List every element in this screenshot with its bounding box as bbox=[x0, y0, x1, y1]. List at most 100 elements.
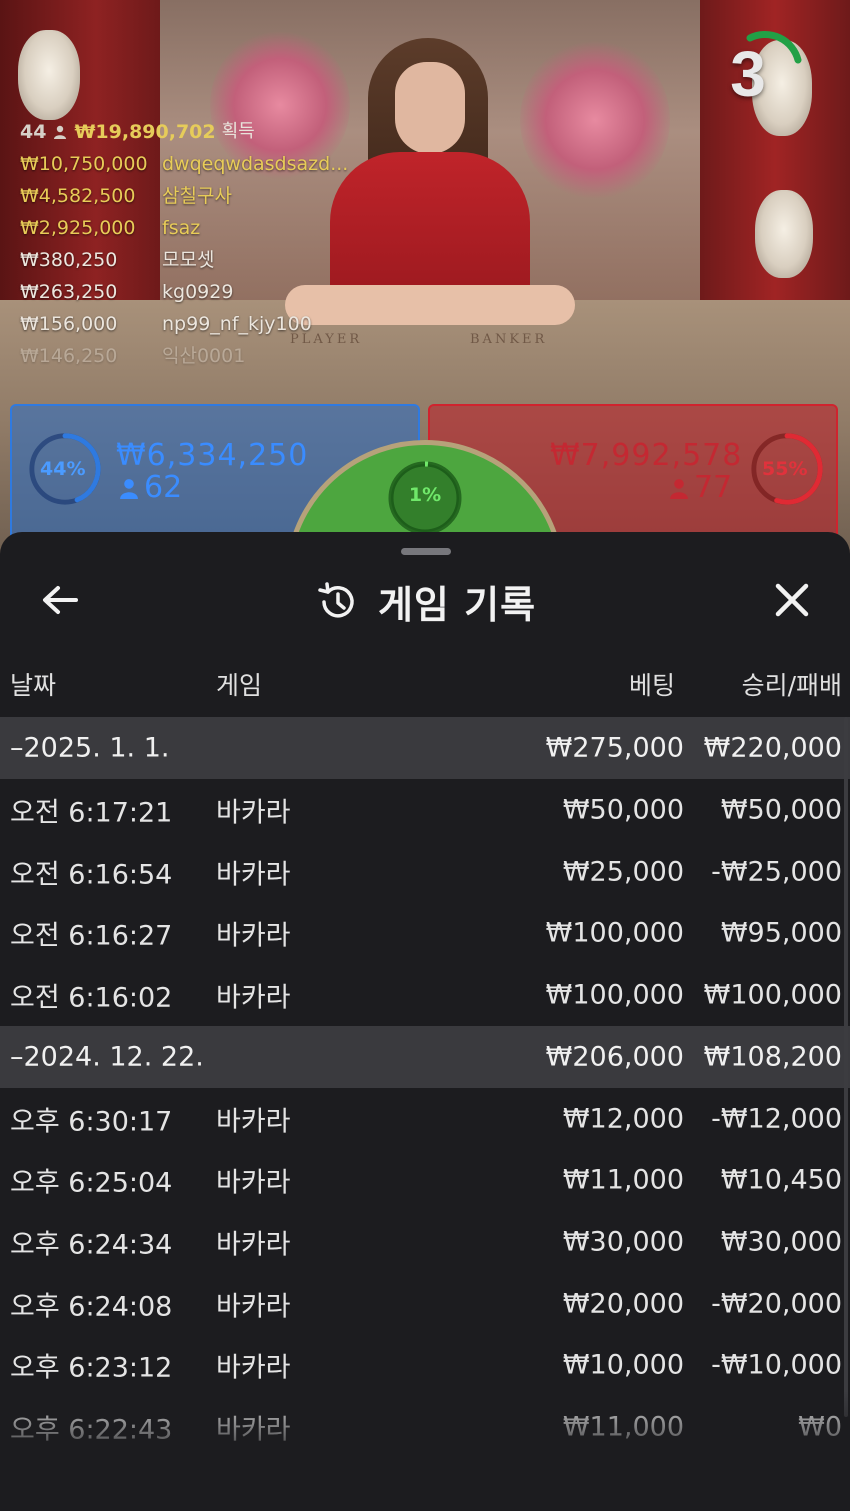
group-bet-total: ₩206,000 bbox=[545, 1041, 684, 1073]
column-date[interactable]: 날짜 bbox=[10, 666, 56, 702]
winner-row: ₩146,250 익산0001 bbox=[20, 340, 348, 372]
person-icon bbox=[54, 125, 67, 139]
person-icon bbox=[670, 478, 688, 499]
close-button[interactable] bbox=[770, 578, 814, 622]
row-result: -₩10,000 bbox=[711, 1349, 842, 1381]
table-row[interactable]: 오후 6:22:43 바카라 ₩11,000 ₩0 bbox=[0, 1396, 850, 1458]
row-bet: ₩11,000 bbox=[562, 1164, 684, 1196]
winner-name: np99_nf_kjy100 bbox=[162, 313, 312, 335]
date-group-row[interactable]: –2025. 1. 1. ₩275,000 ₩220,000 bbox=[0, 717, 850, 779]
row-bet: ₩11,000 bbox=[562, 1411, 684, 1443]
winner-amount: ₩156,000 bbox=[20, 313, 118, 335]
blossom-decoration bbox=[520, 40, 670, 200]
row-bet: ₩20,000 bbox=[562, 1288, 684, 1320]
table-row[interactable]: 오후 6:30:17 바카라 ₩12,000 -₩12,000 bbox=[0, 1088, 850, 1150]
table-header: 날짜 게임 베팅 승리/패배 bbox=[0, 666, 850, 706]
row-result: ₩100,000 bbox=[703, 979, 842, 1011]
winner-name: 삼칠구사 bbox=[162, 185, 232, 207]
row-bet: ₩50,000 bbox=[562, 794, 684, 826]
row-time: 오후 6:24:08 bbox=[10, 1291, 173, 1323]
date-group-row[interactable]: –2024. 12. 22. ₩206,000 ₩108,200 bbox=[0, 1025, 850, 1088]
row-time: 오후 6:22:43 bbox=[10, 1414, 173, 1446]
winner-amount: ₩4,582,500 bbox=[20, 185, 136, 207]
winner-row: ₩4,582,500 삼칠구사 bbox=[20, 180, 348, 212]
row-time: 오후 6:30:17 bbox=[10, 1106, 173, 1138]
person-icon bbox=[120, 478, 138, 499]
row-result: ₩50,000 bbox=[720, 794, 842, 826]
row-result: ₩30,000 bbox=[720, 1226, 842, 1258]
sheet-title: 게임 기록 bbox=[377, 583, 537, 627]
row-result: -₩20,000 bbox=[711, 1288, 842, 1320]
close-icon bbox=[775, 583, 809, 617]
row-bet: ₩100,000 bbox=[545, 979, 684, 1011]
group-bet-total: ₩275,000 bbox=[545, 732, 684, 764]
group-date: –2025. 1. 1. bbox=[10, 732, 170, 764]
row-game: 바카라 bbox=[216, 1352, 291, 1384]
row-result: ₩95,000 bbox=[720, 917, 842, 949]
player-percent: 44% bbox=[40, 458, 86, 480]
row-bet: ₩10,000 bbox=[562, 1349, 684, 1381]
drag-handle[interactable] bbox=[401, 548, 451, 555]
group-date: –2024. 12. 22. bbox=[10, 1041, 204, 1073]
winner-amount: ₩146,250 bbox=[20, 345, 118, 367]
row-time: 오전 6:16:27 bbox=[10, 920, 173, 952]
column-game[interactable]: 게임 bbox=[216, 666, 262, 702]
table-row[interactable]: 오후 6:25:04 바카라 ₩11,000 ₩10,450 bbox=[0, 1149, 850, 1211]
table-row[interactable]: 오후 6:23:12 바카라 ₩10,000 -₩10,000 bbox=[0, 1335, 850, 1397]
winner-name: 익산0001 bbox=[162, 345, 246, 367]
row-game: 바카라 bbox=[216, 920, 291, 952]
banker-bet-amount: ₩7,992,578 bbox=[550, 438, 743, 473]
history-list[interactable]: –2025. 1. 1. ₩275,000 ₩220,000 오전 6:17:21 바카… bbox=[0, 717, 850, 1458]
winner-row: ₩380,250 모모셋 bbox=[20, 244, 348, 276]
table-row[interactable]: 오후 6:24:34 바카라 ₩30,000 ₩30,000 bbox=[0, 1211, 850, 1273]
column-result[interactable]: 승리/패배 bbox=[742, 666, 842, 702]
row-bet: ₩100,000 bbox=[545, 917, 684, 949]
row-bet: ₩12,000 bbox=[562, 1103, 684, 1135]
winner-name: fsaz bbox=[162, 217, 201, 239]
row-time: 오전 6:17:21 bbox=[10, 797, 173, 829]
player-bettor-count: 62 bbox=[118, 470, 182, 505]
banker-bettor-count: 77 bbox=[668, 470, 732, 505]
table-row[interactable]: 오후 6:24:08 바카라 ₩20,000 -₩20,000 bbox=[0, 1273, 850, 1335]
winner-row: ₩2,925,000 fsaz bbox=[20, 212, 348, 244]
winners-label: 획득 bbox=[221, 121, 255, 142]
row-game: 바카라 bbox=[216, 1167, 291, 1199]
scrollbar[interactable] bbox=[844, 717, 848, 1417]
winner-amount: ₩263,250 bbox=[20, 281, 118, 303]
row-time: 오후 6:24:34 bbox=[10, 1229, 173, 1261]
winner-row: ₩263,250 kg0929 bbox=[20, 276, 348, 308]
winner-amount: ₩10,750,000 bbox=[20, 153, 148, 175]
row-result: -₩12,000 bbox=[711, 1103, 842, 1135]
winner-count: 44 bbox=[20, 121, 47, 143]
winner-row: ₩156,000 np99_nf_kjy100 bbox=[20, 308, 348, 340]
row-game: 바카라 bbox=[216, 1106, 291, 1138]
table-row[interactable]: 오전 6:17:21 바카라 ₩50,000 ₩50,000 bbox=[0, 779, 850, 841]
row-game: 바카라 bbox=[216, 859, 291, 891]
player-bet-amount: ₩6,334,250 bbox=[116, 438, 309, 473]
countdown-number: 3 bbox=[730, 38, 766, 110]
row-time: 오전 6:16:02 bbox=[10, 982, 173, 1014]
group-result-total: ₩220,000 bbox=[703, 732, 842, 764]
felt-label-banker: BANKER bbox=[470, 332, 548, 347]
table-row[interactable]: 오전 6:16:54 바카라 ₩25,000 -₩25,000 bbox=[0, 841, 850, 903]
lantern bbox=[755, 190, 813, 278]
winners-list: 44 ₩19,890,702 획득 ₩10,750,000 dwqeqwdasds… bbox=[20, 116, 348, 372]
group-result-total: ₩108,200 bbox=[703, 1041, 842, 1073]
table-row[interactable]: 오전 6:16:02 바카라 ₩100,000 ₩100,000 bbox=[0, 964, 850, 1026]
row-result: ₩10,450 bbox=[720, 1164, 842, 1196]
table-row[interactable]: 오전 6:16:27 바카라 ₩100,000 ₩95,000 bbox=[0, 902, 850, 964]
winner-name: 모모셋 bbox=[162, 249, 215, 271]
game-history-sheet: 게임 기록 날짜 게임 베팅 승리/패배 –2025. 1. 1. ₩275,00… bbox=[0, 532, 850, 1511]
row-game: 바카라 bbox=[216, 797, 291, 829]
winner-name: kg0929 bbox=[162, 281, 234, 303]
row-time: 오후 6:25:04 bbox=[10, 1167, 173, 1199]
column-bet[interactable]: 베팅 bbox=[629, 666, 675, 702]
sheet-header: 게임 기록 bbox=[0, 570, 850, 627]
tie-percent: 1% bbox=[408, 484, 442, 506]
row-result: -₩25,000 bbox=[711, 856, 842, 888]
row-time: 오후 6:23:12 bbox=[10, 1352, 173, 1384]
row-game: 바카라 bbox=[216, 982, 291, 1014]
row-game: 바카라 bbox=[216, 1414, 291, 1446]
winner-row: ₩10,750,000 dwqeqwdasdsazd... bbox=[20, 148, 348, 180]
history-clock-icon bbox=[318, 581, 354, 618]
